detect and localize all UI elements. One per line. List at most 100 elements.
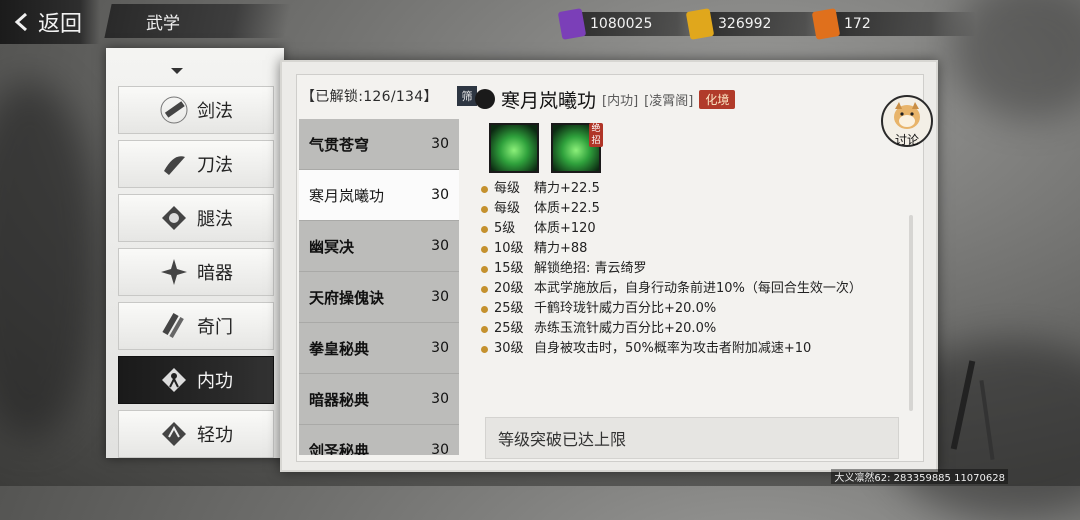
effect-item: 30级 自身被攻击时，50%概率为攻击者附加减速+10 — [481, 339, 891, 359]
hidden-weapon-icon — [161, 259, 187, 285]
category-list: 剑法 刀法 腿法 暗器 奇门 内功 轻功 — [118, 86, 274, 464]
category-label: 内功 — [197, 371, 233, 392]
effect-level: 20级 — [494, 281, 524, 296]
effect-item: 25级 赤练玉流针威力百分比+20.0% — [481, 319, 891, 339]
move-icons: 绝招 — [489, 123, 603, 173]
ultimate-move-icon[interactable]: 绝招 — [551, 123, 603, 173]
skill-level: 30 — [431, 289, 449, 305]
category-kick[interactable]: 腿法 — [118, 194, 274, 242]
skill-row[interactable]: 拳皇秘典 30 — [299, 323, 459, 374]
title-plate — [104, 4, 292, 38]
breakthrough-status-text: 等级突破已达上限 — [498, 430, 627, 449]
skill-level: 30 — [431, 340, 449, 356]
effect-item: 10级 精力+88 — [481, 239, 891, 259]
orange-token-icon — [811, 8, 841, 40]
effect-text: 自身被攻击时，50%概率为攻击者附加减速+10 — [534, 341, 812, 356]
effect-level: 30级 — [494, 341, 524, 356]
filter-button[interactable]: 筛 — [457, 86, 477, 106]
blade-art-icon — [164, 156, 185, 175]
skill-level: 30 — [431, 136, 449, 152]
scroll-up-caret-icon[interactable] — [171, 68, 183, 74]
bullet-icon — [481, 246, 488, 253]
skill-level: 30 — [431, 391, 449, 407]
skill-level: 30 — [431, 187, 449, 203]
skill-name: 气贯苍穹 — [309, 135, 370, 154]
skill-level: 30 — [431, 238, 449, 254]
effect-text: 千鹤玲珑针威力百分比+20.0% — [534, 301, 717, 316]
category-blade[interactable]: 刀法 — [118, 140, 274, 188]
type-tag: [内功] — [602, 93, 639, 109]
effect-text: 本武学施放后，自身行动条前进10%（每回合生效一次） — [534, 281, 862, 296]
currency-value: 1080025 — [590, 16, 653, 32]
agility-art-icon — [162, 422, 186, 446]
effect-text: 解锁绝招: 青云绮罗 — [534, 261, 647, 276]
effect-text: 精力+22.5 — [534, 181, 600, 196]
currency-purple[interactable]: 1080025 — [557, 8, 722, 40]
effect-level: 每级 — [494, 201, 521, 216]
effect-item: 5级 体质+120 — [481, 219, 891, 239]
category-label: 暗器 — [197, 263, 233, 284]
bullet-icon — [481, 226, 488, 233]
dog-avatar-icon — [894, 102, 920, 129]
effect-item: 每级 体质+22.5 — [481, 199, 891, 219]
realm-badge: 化境 — [699, 89, 736, 109]
category-label: 轻功 — [197, 425, 233, 446]
skill-name: 寒月岚曦功 — [309, 186, 385, 205]
unlock-text: 【已解锁:126/134】 — [301, 89, 438, 105]
effect-scrollbar[interactable] — [909, 215, 913, 411]
purple-token-icon — [557, 8, 587, 40]
effect-item: 15级 解锁绝招: 青云绮罗 — [481, 259, 891, 279]
category-sword[interactable]: 剑法 — [118, 86, 274, 134]
category-panel: 剑法 刀法 腿法 暗器 奇门 内功 轻功 — [106, 48, 284, 458]
category-label: 腿法 — [197, 209, 233, 230]
skill-row-selected[interactable]: 寒月岚曦功 30 — [299, 170, 459, 221]
category-label: 剑法 — [197, 101, 233, 122]
currency-orange[interactable]: 172 — [811, 8, 976, 40]
skill-row[interactable]: 暗器秘典 30 — [299, 374, 459, 425]
skill-level: 30 — [431, 442, 449, 455]
skill-move-icon[interactable] — [489, 123, 539, 173]
ultimate-badge: 绝招 — [589, 123, 603, 147]
effect-level: 每级 — [494, 181, 521, 196]
effect-list: 每级 精力+22.5 每级 体质+22.5 5级 体质+120 10级 精力+88 15… — [481, 179, 891, 359]
category-exotic[interactable]: 奇门 — [118, 302, 274, 350]
category-hidden-weapon[interactable]: 暗器 — [118, 248, 274, 296]
discuss-button[interactable]: 讨论 — [881, 95, 933, 147]
skill-detail: 寒月岚曦功 [内功] [凌霄阁] 化境 绝招 每级 精力+22.5 每级 体质+22… — [475, 77, 915, 459]
category-agility[interactable]: 轻功 — [118, 410, 274, 458]
effect-level: 10级 — [494, 241, 524, 256]
inner-style-icon — [475, 89, 495, 109]
page-title: 武学 — [146, 14, 180, 34]
bullet-icon — [481, 186, 488, 193]
skill-name: 拳皇秘典 — [309, 339, 370, 358]
skill-row[interactable]: 气贯苍穹 30 — [299, 119, 459, 170]
main-inner: 【已解锁:126/134】 筛 气贯苍穹 30 寒月岚曦功 30 幽冥决 30 … — [296, 74, 933, 462]
back-label: 返回 — [38, 12, 83, 37]
back-arrow-icon — [14, 12, 27, 32]
skill-name: 剑圣秘典 — [309, 441, 370, 456]
top-bar: 返回 武学 1080025 326992 172 — [0, 0, 1080, 48]
skill-list[interactable]: 气贯苍穹 30 寒月岚曦功 30 幽冥决 30 天府操傀诀 30 拳皇秘典 30… — [299, 119, 459, 455]
back-button[interactable]: 返回 — [0, 0, 100, 44]
effect-item: 20级 本武学施放后，自身行动条前进10%（每回合生效一次） — [481, 279, 891, 299]
skill-name: 暗器秘典 — [309, 390, 370, 409]
skill-row[interactable]: 天府操傀诀 30 — [299, 272, 459, 323]
inner-art-icon — [162, 368, 186, 392]
effect-text: 体质+22.5 — [534, 201, 600, 216]
breakthrough-status: 等级突破已达上限 — [485, 417, 899, 459]
currency-value: 172 — [844, 16, 871, 32]
bullet-icon — [481, 286, 488, 293]
category-inner[interactable]: 内功 — [118, 356, 274, 404]
category-label: 刀法 — [197, 155, 233, 176]
bullet-icon — [481, 206, 488, 213]
skill-row[interactable]: 剑圣秘典 30 — [299, 425, 459, 456]
main-panel: 【已解锁:126/134】 筛 气贯苍穹 30 寒月岚曦功 30 幽冥决 30 … — [280, 60, 938, 472]
effect-level: 25级 — [494, 321, 524, 336]
category-label: 奇门 — [197, 317, 233, 338]
currency-gold[interactable]: 326992 — [685, 8, 850, 40]
kick-art-icon — [162, 206, 186, 230]
effect-level: 15级 — [494, 261, 524, 276]
skill-row[interactable]: 幽冥决 30 — [299, 221, 459, 272]
bullet-icon — [481, 346, 488, 353]
skill-name: 幽冥决 — [309, 237, 355, 256]
